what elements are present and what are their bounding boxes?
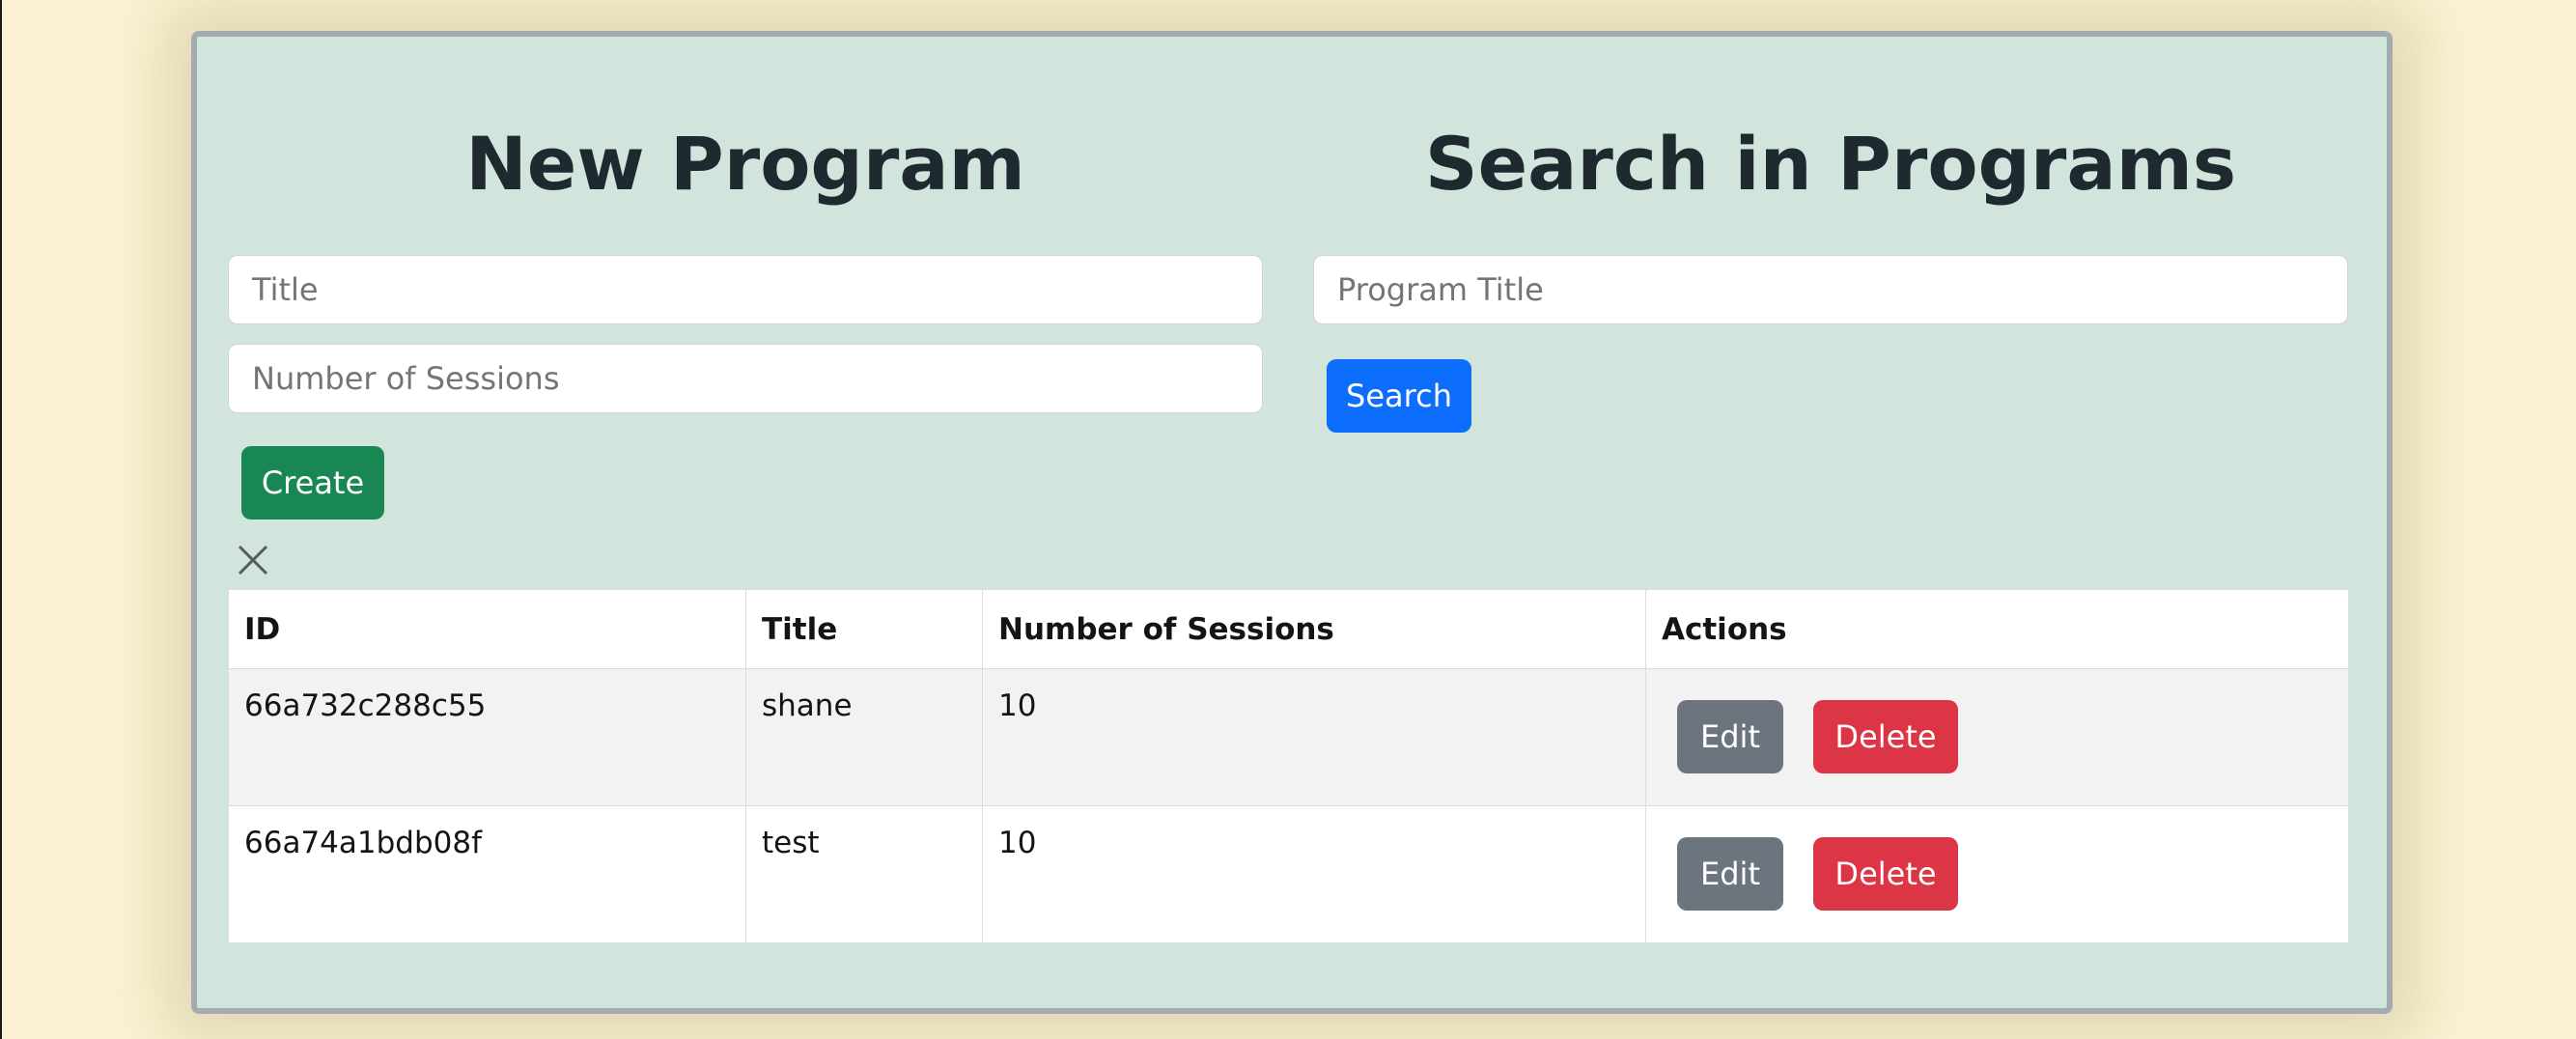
programs-table: ID Title Number of Sessions Actions 66a7… <box>228 589 2349 943</box>
column-header-id: ID <box>228 589 746 669</box>
search-button[interactable]: Search <box>1327 359 1471 433</box>
title-input[interactable] <box>228 255 1263 324</box>
cell-id: 66a74a1bdb08f <box>228 805 746 943</box>
column-header-sessions: Number of Sessions <box>982 589 1646 669</box>
delete-button[interactable]: Delete <box>1813 837 1958 911</box>
close-icon[interactable] <box>236 543 270 577</box>
table-row: 66a74a1bdb08f test 10 Edit Delete <box>228 805 2349 943</box>
cell-sessions: 10 <box>982 805 1646 943</box>
cell-actions: Edit Delete <box>1645 668 2349 806</box>
edit-button[interactable]: Edit <box>1677 837 1783 911</box>
column-header-title: Title <box>745 589 983 669</box>
cell-title: shane <box>745 668 983 806</box>
table-header-row: ID Title Number of Sessions Actions <box>228 589 2349 669</box>
search-heading: Search in Programs <box>1424 121 2237 207</box>
cell-actions: Edit Delete <box>1645 805 2349 943</box>
cell-title: test <box>745 805 983 943</box>
column-header-actions: Actions <box>1645 589 2349 669</box>
program-title-search-input[interactable] <box>1313 255 2348 324</box>
new-program-heading: New Program <box>465 121 1025 207</box>
programs-panel: New Program Create Search in Programs Se… <box>191 31 2393 1014</box>
edit-button[interactable]: Edit <box>1677 700 1783 773</box>
cell-sessions: 10 <box>982 668 1646 806</box>
delete-button[interactable]: Delete <box>1813 700 1958 773</box>
create-button[interactable]: Create <box>241 446 384 520</box>
sessions-input[interactable] <box>228 344 1263 413</box>
table-row: 66a732c288c55 shane 10 Edit Delete <box>228 668 2349 806</box>
cell-id: 66a732c288c55 <box>228 668 746 806</box>
window-edge <box>0 0 2 1039</box>
